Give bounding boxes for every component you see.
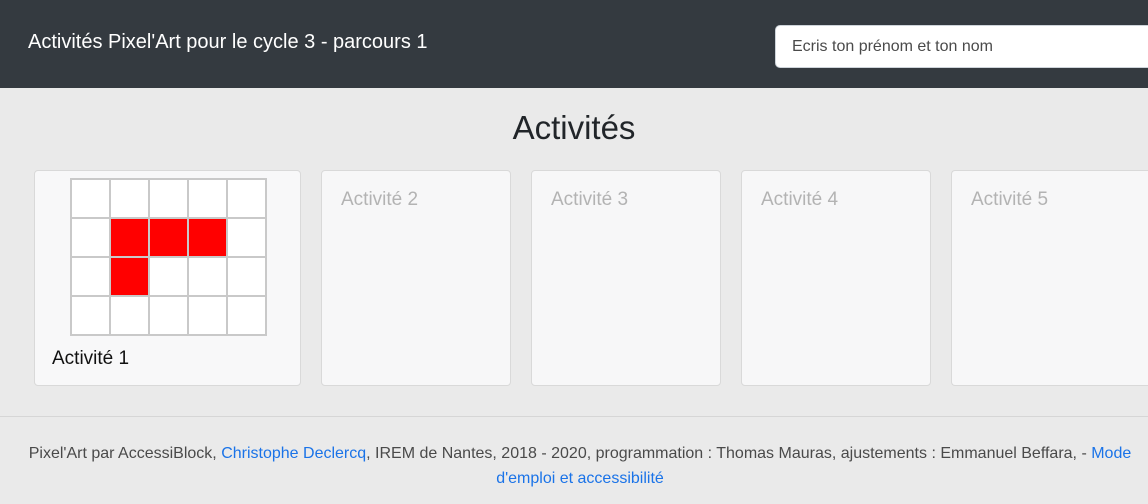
activity-label-4: Activité 4	[761, 189, 839, 210]
pixel-cell	[150, 297, 187, 334]
pixel-cell	[189, 297, 226, 334]
pixel-cell	[228, 180, 265, 217]
name-input[interactable]	[775, 25, 1148, 68]
pixel-cell	[72, 297, 109, 334]
pixel-cell	[228, 258, 265, 295]
activity-card-5: Activité 5	[951, 170, 1148, 386]
activity-card-2: Activité 2	[321, 170, 511, 386]
pixel-cell	[189, 258, 226, 295]
footer: Pixel'Art par AccessiBlock, Christophe D…	[0, 416, 1148, 504]
pixel-cell	[72, 258, 109, 295]
pixel-cell	[111, 258, 148, 295]
activity-card-1[interactable]: Activité 1	[34, 170, 301, 386]
pixel-grid	[70, 178, 267, 336]
pixel-cell	[111, 180, 148, 217]
pixel-cell	[150, 258, 187, 295]
author-link[interactable]: Christophe Declercq	[221, 445, 366, 462]
pixel-cell	[72, 180, 109, 217]
activity-label-1: Activité 1	[52, 348, 130, 369]
pixel-cell	[228, 297, 265, 334]
pixel-cell	[111, 297, 148, 334]
pixel-cell	[189, 180, 226, 217]
footer-text-1: Pixel'Art par AccessiBlock,	[28, 445, 222, 462]
activity-card-4: Activité 4	[741, 170, 931, 386]
pixel-cell	[189, 219, 226, 256]
activity-label-2: Activité 2	[341, 189, 419, 210]
footer-text-2: , IREM de Nantes, 2018 - 2020, programma…	[366, 445, 1092, 462]
footer-credits: Pixel'Art par AccessiBlock, Christophe D…	[20, 441, 1140, 491]
pixel-cell	[111, 219, 148, 256]
app-title: Activités Pixel'Art pour le cycle 3 - pa…	[28, 31, 428, 53]
pixel-cell	[150, 180, 187, 217]
pixel-cell	[228, 219, 265, 256]
activities-heading: Activités	[512, 109, 636, 146]
pixel-cell	[72, 219, 109, 256]
activity-label-5: Activité 5	[971, 189, 1049, 210]
pixel-cell	[150, 219, 187, 256]
top-navbar: Activités Pixel'Art pour le cycle 3 - pa…	[0, 0, 1148, 88]
activity-label-3: Activité 3	[551, 189, 629, 210]
activity-card-3: Activité 3	[531, 170, 721, 386]
